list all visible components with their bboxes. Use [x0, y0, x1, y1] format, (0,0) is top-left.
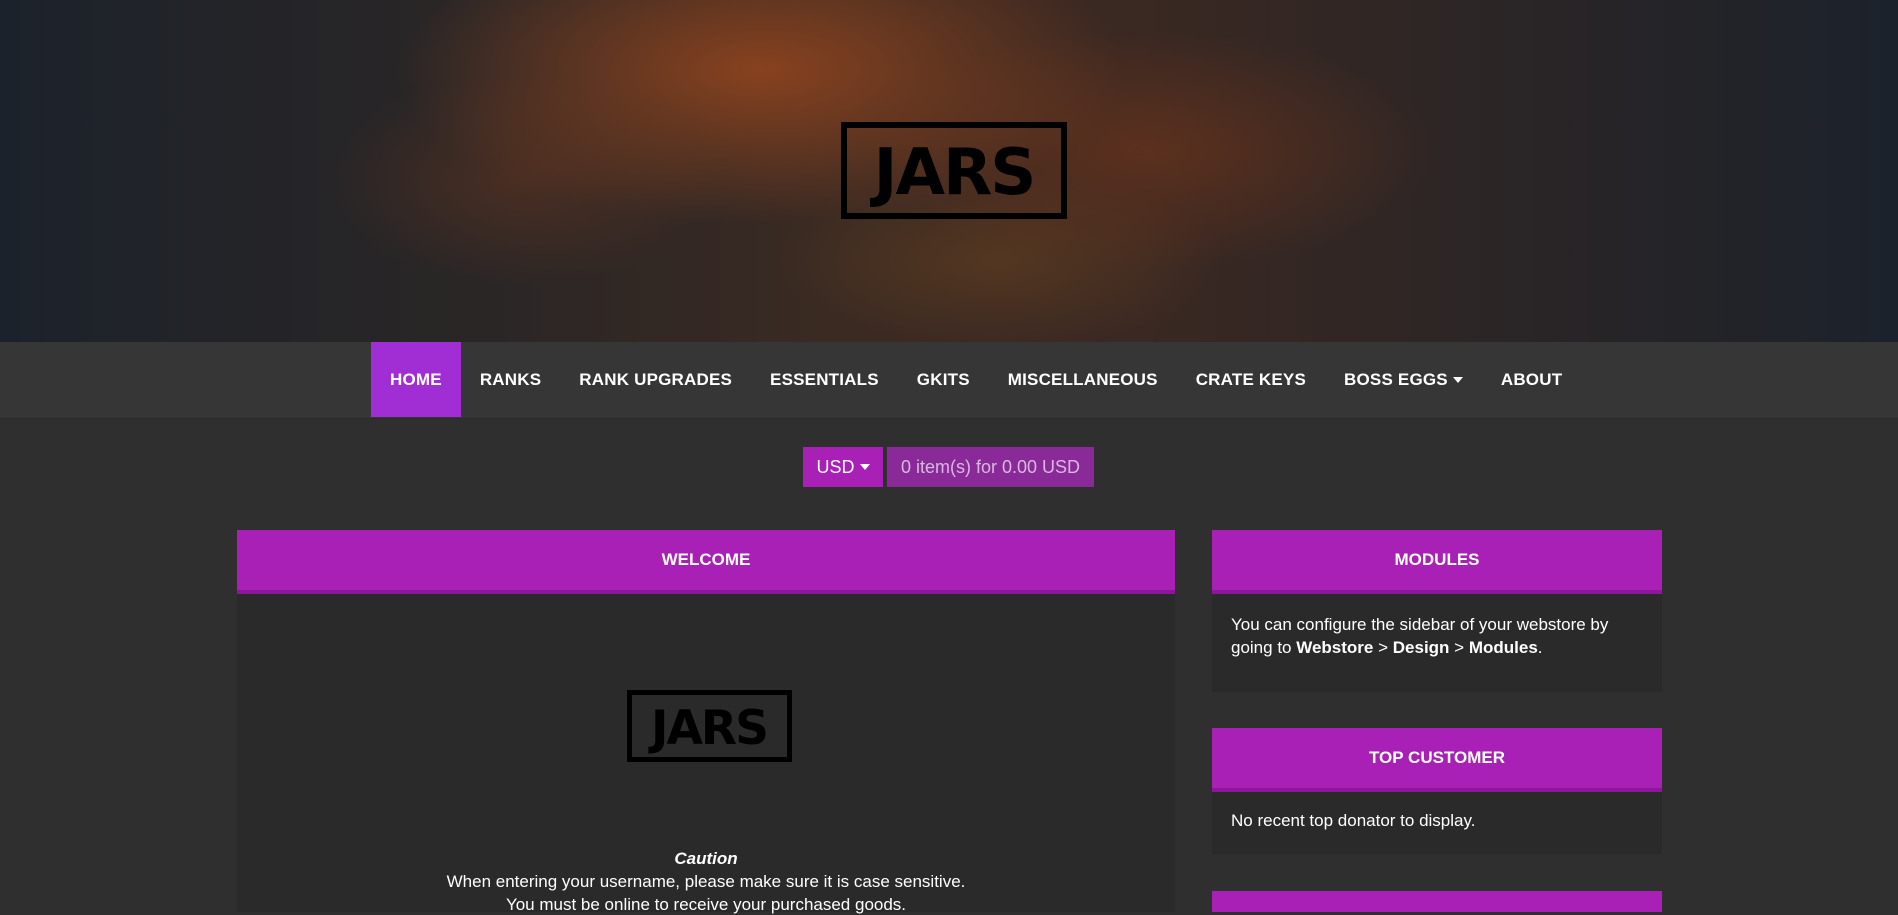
caret-down-icon: [1452, 376, 1463, 383]
welcome-panel-title: WELCOME: [237, 530, 1175, 594]
path-webstore: Webstore: [1296, 638, 1374, 657]
caution-line-online: You must be online to receive your purch…: [505, 895, 907, 914]
navbar: HOME RANKS RANK UPGRADES ESSENTIALS GKIT…: [0, 342, 1898, 419]
svg-text:JARS: JARS: [870, 136, 1035, 210]
currency-label: USD: [816, 457, 855, 477]
main-nav: HOME RANKS RANK UPGRADES ESSENTIALS GKIT…: [371, 342, 1581, 417]
top-customer-panel-title: TOP CUSTOMER: [1212, 728, 1662, 792]
modules-panel: You can configure the sidebar of your we…: [1212, 594, 1662, 692]
svg-text:JARS: JARS: [648, 701, 767, 756]
jars-logo: JARS: [627, 690, 792, 762]
nav-essentials[interactable]: ESSENTIALS: [751, 342, 898, 417]
nav-about[interactable]: ABOUT: [1482, 342, 1581, 417]
nav-gkits[interactable]: GKITS: [898, 342, 989, 417]
welcome-panel: JARS Caution When entering your username…: [237, 594, 1175, 914]
path-design: Design: [1392, 638, 1450, 657]
nav-boss-eggs[interactable]: BOSS EGGS: [1325, 342, 1482, 417]
top-customer-text: No recent top donator to display.: [1231, 811, 1476, 830]
nav-miscellaneous[interactable]: MISCELLANEOUS: [989, 342, 1177, 417]
currency-selector[interactable]: USD: [803, 447, 883, 487]
nav-ranks[interactable]: RANKS: [461, 342, 560, 417]
cart-summary-button[interactable]: 0 item(s) for 0.00 USD: [887, 447, 1094, 487]
modules-panel-title: MODULES: [1212, 530, 1662, 594]
caution-line-username: When entering your username, please make…: [446, 872, 966, 891]
nav-boss-eggs-label: BOSS EGGS: [1344, 370, 1448, 389]
header-banner: JARS: [0, 0, 1898, 342]
modules-text: You can configure the sidebar of your we…: [1231, 615, 1609, 657]
caution-heading: Caution: [674, 849, 738, 868]
path-modules: Modules: [1468, 638, 1538, 657]
nav-crate-keys[interactable]: CRATE KEYS: [1177, 342, 1325, 417]
nav-home[interactable]: HOME: [371, 342, 461, 417]
top-customer-panel: No recent top donator to display.: [1212, 792, 1662, 854]
caret-down-icon: [859, 464, 870, 471]
jars-logo: JARS: [841, 122, 1067, 219]
next-panel-title: [1212, 891, 1662, 912]
nav-rank-upgrades[interactable]: RANK UPGRADES: [560, 342, 751, 417]
